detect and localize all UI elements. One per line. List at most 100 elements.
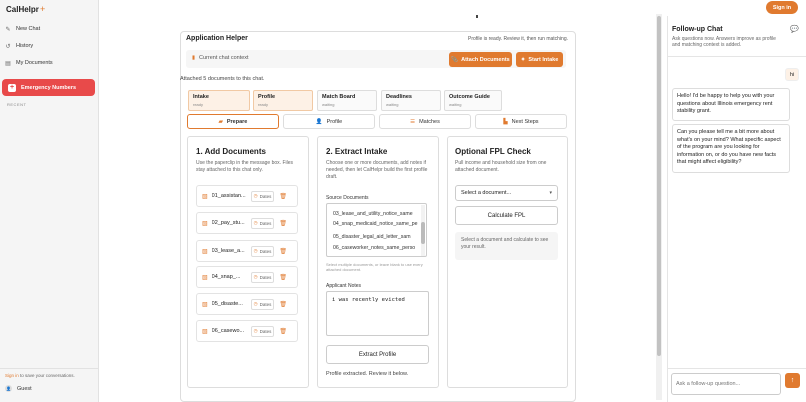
dates-label: Dates <box>259 193 272 199</box>
sidebar-item-new-chat[interactable]: ✎ New Chat <box>4 22 94 36</box>
top-marker <box>476 15 478 18</box>
trash-icon[interactable]: 🗑 <box>279 301 287 308</box>
document-row: ▧ 06_casewo... ◷ Dates 🗑 <box>196 320 298 342</box>
file-icon: ▧ <box>202 193 208 200</box>
document-row: ▧ 03_lease_a... ◷ Dates 🗑 <box>196 240 298 262</box>
history-icon: ↺ <box>5 43 11 50</box>
trash-icon[interactable]: 🗑 <box>279 248 287 255</box>
stage-status: ready <box>258 102 269 107</box>
assistant-message: Can you please tell me a bit more about … <box>672 124 790 173</box>
tab-next-steps[interactable]: ▙ Next Steps <box>475 114 567 129</box>
document-name: 05_disaste... <box>211 301 243 307</box>
assistant-message: Hello! I'd be happy to help you with you… <box>672 88 790 121</box>
clock-icon: ◷ <box>253 193 258 198</box>
signin-link[interactable]: Sign in <box>5 373 19 378</box>
source-option[interactable]: 06_caseworker_notes_same_perso <box>333 245 421 251</box>
tab-label: Matches <box>419 118 440 125</box>
extract-desc: Choose one or more documents, add notes … <box>326 160 428 180</box>
file-icon: ▧ <box>202 301 208 308</box>
source-option[interactable]: 05_disaster_legal_aid_letter_sam <box>333 234 421 240</box>
dates-button[interactable]: ◷ Dates <box>250 245 275 257</box>
dates-button[interactable]: ◷ Dates <box>250 190 275 202</box>
calculate-fpl-button[interactable]: Calculate FPL <box>455 206 558 225</box>
tab-label: Prepare <box>226 118 248 125</box>
context-text: Current chat context <box>199 55 249 61</box>
sidebar-item-history[interactable]: ↺ History <box>4 39 94 53</box>
add-documents-desc: Use the paperclip in the message box. Fi… <box>196 160 293 173</box>
fpl-document-select[interactable]: Select a document... ▾ <box>455 185 558 201</box>
followup-input[interactable] <box>671 373 781 395</box>
stage-profile[interactable]: Profile ready <box>253 90 313 111</box>
dates-button[interactable]: ◷ Dates <box>250 271 275 283</box>
chat-bubbles-icon: 💬 <box>790 26 799 33</box>
tab-matches[interactable]: ☰ Matches <box>379 114 471 129</box>
source-option[interactable]: 03_lease_and_utility_notice_same <box>333 211 421 217</box>
signin-button[interactable]: Sign in <box>766 1 798 14</box>
stage-name: Deadlines <box>386 94 412 100</box>
stage-name: Outcome Guide <box>449 94 490 100</box>
dates-button[interactable]: ◷ Dates <box>250 325 275 337</box>
trash-icon[interactable]: 🗑 <box>279 328 287 335</box>
document-name: 06_casewo... <box>211 328 245 334</box>
start-intake-button[interactable]: ✦ Start Intake <box>516 52 563 67</box>
sidebar-item-my-documents[interactable]: ▤ My Documents <box>4 56 94 70</box>
dates-label: Dates <box>259 274 272 280</box>
stage-status: waiting <box>449 102 462 107</box>
attach-documents-button[interactable]: 📎 Attach Documents <box>449 52 512 67</box>
followup-title: Follow-up Chat <box>672 26 723 33</box>
context-label: ▮ Current chat context <box>192 55 249 61</box>
applicant-notes-field[interactable]: i was recently evicted <box>326 291 429 336</box>
stage-status: waiting <box>386 102 399 107</box>
source-documents-list[interactable]: 03_lease_and_utility_notice_same 04_snap… <box>326 203 427 257</box>
stage-name: Profile <box>258 94 276 100</box>
main-scroll-thumb[interactable] <box>657 16 661 356</box>
document-name: 04_snap_... <box>211 274 241 280</box>
extract-profile-button[interactable]: Extract Profile <box>326 345 429 364</box>
pencil-icon: ✎ <box>5 26 11 33</box>
source-documents-label: Source Documents <box>326 195 369 201</box>
attach-label: Attach Documents <box>461 56 510 63</box>
steps-icon: ▙ <box>503 118 508 125</box>
brand-name[interactable]: CalHelpr <box>6 5 39 14</box>
source-hint: Select multiple documents, or leave blan… <box>326 262 423 272</box>
tab-prepare[interactable]: ▰ Prepare <box>187 114 279 129</box>
paperclip-icon: 📎 <box>451 56 459 63</box>
followup-divider <box>668 56 806 57</box>
stage-deadlines[interactable]: Deadlines waiting <box>381 90 441 111</box>
document-row: ▧ 04_snap_... ◷ Dates 🗑 <box>196 266 298 288</box>
trash-icon[interactable]: 🗑 <box>279 220 287 227</box>
tab-profile[interactable]: 👤 Profile <box>283 114 375 129</box>
new-plus-icon[interactable]: + <box>40 4 45 14</box>
chat-context-icon: ▮ <box>192 55 196 61</box>
sidebar: CalHelpr + ✎ New Chat ↺ History ▤ My Doc… <box>0 0 99 402</box>
file-icon: ▧ <box>202 220 208 227</box>
emergency-label: Emergency Numbers <box>21 84 77 91</box>
helper-header: Application Helper Profile is ready. Rev… <box>186 32 574 46</box>
person-icon: 👤 <box>315 118 323 125</box>
guest-user[interactable]: 👤 Guest <box>5 385 32 392</box>
dates-button[interactable]: ◷ Dates <box>250 217 275 229</box>
app-root: CalHelpr + ✎ New Chat ↺ History ▤ My Doc… <box>0 0 806 402</box>
trash-icon[interactable]: 🗑 <box>279 193 287 200</box>
folder-icon: ▰ <box>218 118 223 125</box>
stage-outcome-guide[interactable]: Outcome Guide waiting <box>444 90 502 111</box>
tab-label: Profile <box>326 118 343 125</box>
stage-match-board[interactable]: Match Board waiting <box>317 90 377 111</box>
stage-intake[interactable]: Intake ready <box>188 90 250 111</box>
helper-title: Application Helper <box>186 35 248 42</box>
listbox-scroll-thumb[interactable] <box>421 222 425 244</box>
source-option[interactable]: 04_snap_medicaid_notice_same_pe <box>333 221 421 227</box>
user-avatar-icon: 👤 <box>5 385 12 392</box>
select-value: Select a document... <box>461 190 512 196</box>
send-arrow-icon[interactable]: ↑ <box>785 373 800 388</box>
trash-icon[interactable]: 🗑 <box>279 274 287 281</box>
guest-label: Guest <box>17 385 32 392</box>
stage-status: ready <box>193 102 204 107</box>
file-icon: ▧ <box>202 248 208 255</box>
emergency-numbers-button[interactable]: + Emergency Numbers <box>2 79 95 96</box>
document-row: ▧ 02_pay_stu... ◷ Dates 🗑 <box>196 212 298 234</box>
dates-button[interactable]: ◷ Dates <box>250 298 275 310</box>
start-label: Start Intake <box>528 56 559 63</box>
clock-icon: ◷ <box>253 248 258 253</box>
clock-icon: ◷ <box>253 301 258 306</box>
